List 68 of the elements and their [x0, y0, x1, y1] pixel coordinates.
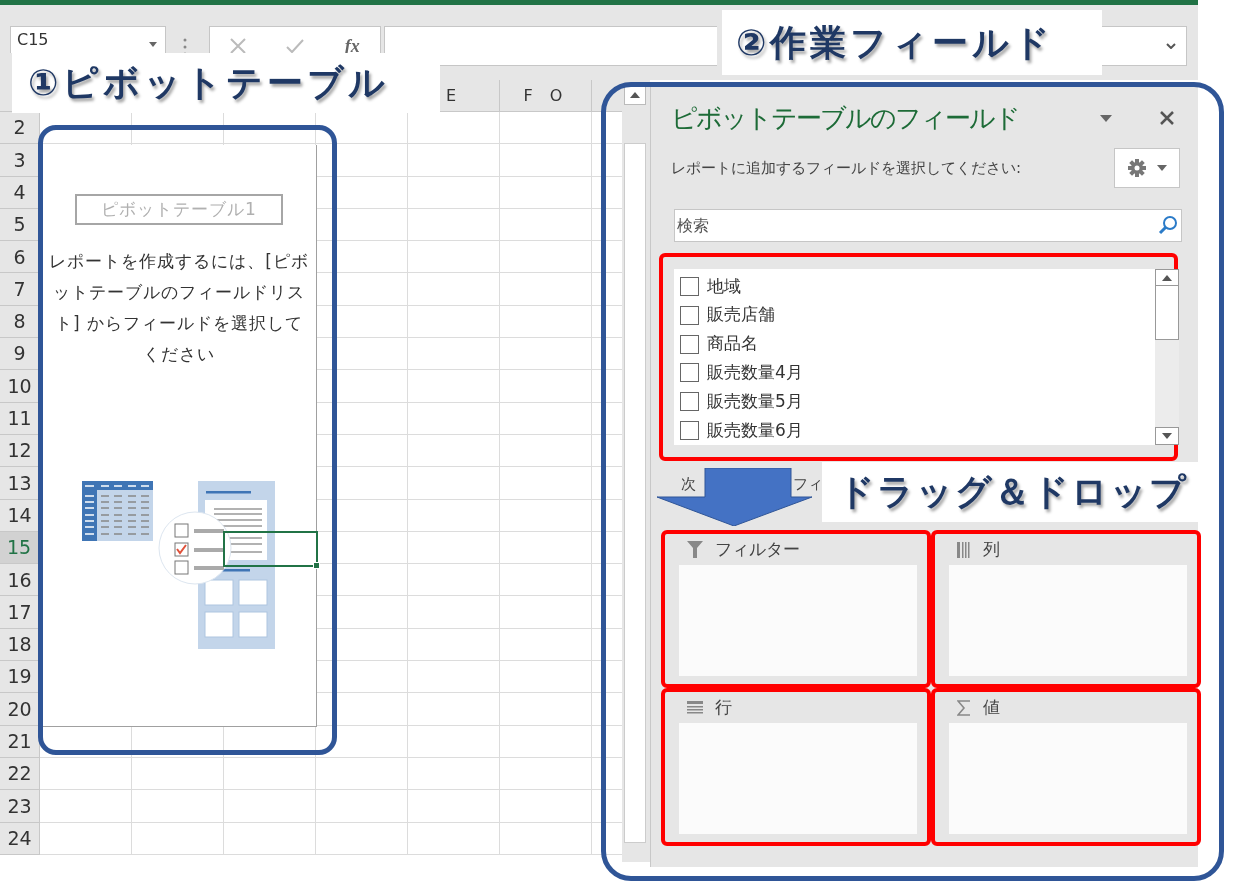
field-label[interactable]: 販売店舗 [707, 302, 775, 328]
callout-label: ①ピボットテーブル [12, 53, 440, 113]
row-header[interactable]: 7 [0, 273, 40, 306]
field-label[interactable]: 商品名 [707, 331, 758, 357]
row-header[interactable]: 2 [0, 112, 40, 145]
checkbox[interactable] [680, 421, 699, 441]
row-header[interactable]: 21 [0, 725, 40, 758]
row-header[interactable]: 20 [0, 693, 40, 726]
caret-icon[interactable] [1100, 114, 1112, 122]
sum-icon [957, 699, 971, 716]
checkbox[interactable] [680, 305, 699, 325]
formula-input[interactable] [384, 26, 717, 66]
area-label: 値 [983, 695, 1000, 719]
row-header[interactable]: 16 [0, 564, 40, 597]
row-header[interactable]: 6 [0, 241, 40, 274]
down-arrow-icon [1162, 433, 1172, 439]
row-header[interactable]: 19 [0, 661, 40, 694]
checkbox[interactable] [680, 276, 699, 296]
row-header[interactable]: 24 [0, 822, 40, 855]
pane-title: ピボットテーブルのフィールド [671, 101, 1019, 135]
drop-area[interactable]: 行 [661, 688, 931, 846]
drag-hint-text: フィ [793, 474, 823, 495]
pivot-title: ピボットテーブル1 [75, 194, 283, 225]
field-label[interactable]: 販売数量5月 [707, 388, 803, 415]
columns-icon [957, 541, 971, 558]
scroll-thumb[interactable] [1155, 285, 1179, 340]
filter-icon [687, 541, 703, 558]
chevron-down-icon [1166, 43, 1176, 49]
checkbox[interactable] [680, 363, 699, 383]
fill-handle[interactable] [313, 562, 320, 569]
drop-area[interactable]: 列 [931, 530, 1201, 688]
settings-icon [1127, 158, 1147, 178]
name-box[interactable]: C15 [10, 26, 166, 53]
up-arrow-icon [1162, 275, 1172, 281]
callout-label: ②作業フィールド [722, 10, 1102, 75]
checkbox[interactable] [680, 334, 699, 354]
scroll-track[interactable] [624, 143, 646, 843]
row-header[interactable]: 9 [0, 338, 40, 371]
area-label: 行 [715, 695, 732, 719]
row-header[interactable]: 23 [0, 790, 40, 823]
pivot-message: レポートを作成するには、[ピボットテーブルのフィールドリスト] からフィールドを選択してください [48, 250, 310, 366]
scroll-up-button[interactable] [624, 85, 646, 105]
checkbox[interactable] [680, 392, 699, 412]
search-icon[interactable] [1158, 215, 1178, 235]
caret-icon [1157, 165, 1167, 171]
row-header[interactable]: 13 [0, 467, 40, 500]
column-header[interactable]: F O [523, 83, 569, 108]
row-header[interactable]: 22 [0, 757, 40, 791]
row-header[interactable]: 10 [0, 370, 40, 403]
area-label: 列 [983, 537, 1000, 561]
drop-area[interactable]: 値 [931, 688, 1201, 846]
drag-hint-text: 次 [681, 474, 696, 495]
field-label[interactable]: 地域 [707, 273, 741, 300]
row-header[interactable]: 17 [0, 596, 40, 629]
search-field[interactable]: 検索 [674, 209, 1182, 242]
rows-icon [687, 700, 703, 715]
column-header[interactable]: E [445, 83, 463, 108]
scroll-down-button[interactable] [1155, 427, 1179, 445]
close-icon[interactable] [1160, 111, 1174, 125]
area-label: フィルター [715, 537, 800, 561]
field-label[interactable]: 販売数量6月 [707, 417, 803, 444]
field-label[interactable]: 販売数量4月 [707, 360, 803, 386]
drop-area[interactable]: フィルター [661, 530, 931, 688]
settings-button[interactable] [1114, 148, 1180, 188]
pane-prompt: レポートに追加するフィールドを選択してください: [671, 157, 1022, 179]
up-arrow-icon [630, 92, 640, 98]
row-header[interactable]: 3 [0, 144, 40, 177]
caret-icon [149, 42, 157, 47]
